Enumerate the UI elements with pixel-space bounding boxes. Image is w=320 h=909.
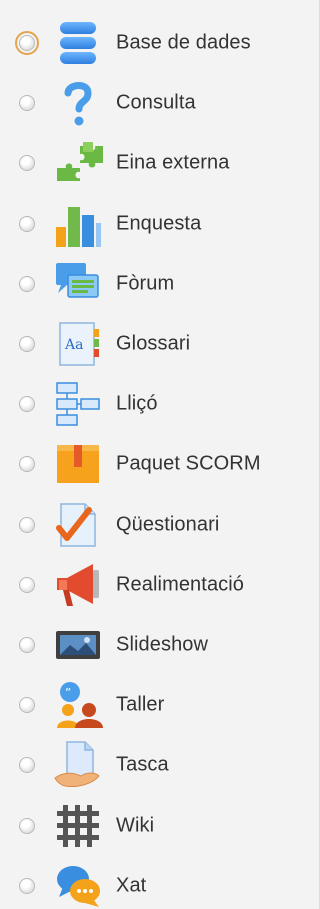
activity-row-base-de-dades[interactable]: Base de dades — [0, 13, 316, 73]
radio-button[interactable] — [19, 336, 35, 353]
package-icon — [53, 439, 103, 489]
forum-icon — [53, 259, 103, 309]
assignment-icon — [53, 740, 103, 790]
activity-label: Realimentació — [116, 573, 245, 596]
activity-label: Enquesta — [116, 212, 202, 235]
radio-button[interactable] — [19, 636, 35, 653]
bar-chart-icon — [53, 199, 103, 249]
activity-label: Tasca — [116, 753, 169, 776]
workshop-icon: ” — [53, 680, 103, 730]
radio-button[interactable] — [19, 576, 35, 593]
activity-label: Xat — [116, 874, 147, 897]
activity-row-wiki[interactable]: Wiki — [0, 795, 316, 855]
question-icon — [53, 78, 103, 128]
radio-button[interactable] — [19, 215, 35, 232]
activity-label: Wiki — [116, 814, 155, 837]
activity-row-llico[interactable]: Lliçó — [0, 374, 316, 434]
radio-button[interactable] — [19, 95, 35, 112]
megaphone-icon — [53, 560, 103, 610]
activity-row-taller[interactable]: ” Taller — [0, 675, 316, 735]
activity-label: Qüestionari — [116, 513, 220, 536]
chat-icon — [53, 861, 103, 909]
activity-row-forum[interactable]: Fòrum — [0, 254, 316, 314]
activity-row-consulta[interactable]: Consulta — [0, 73, 316, 133]
quiz-icon — [53, 500, 103, 550]
radio-button[interactable] — [19, 817, 35, 834]
lesson-icon — [53, 379, 103, 429]
activity-row-questionari[interactable]: Qüestionari — [0, 495, 316, 555]
radio-button[interactable] — [19, 757, 35, 774]
slideshow-icon — [53, 620, 103, 670]
activity-row-paquet-scorm[interactable]: Paquet SCORM — [0, 434, 316, 494]
radio-button[interactable] — [19, 516, 35, 533]
radio-button[interactable] — [19, 396, 35, 413]
database-icon — [53, 18, 103, 68]
activity-row-realimentacio[interactable]: Realimentació — [0, 555, 316, 615]
activity-chooser: Base de dades Consulta Eina externa Enqu… — [0, 0, 320, 909]
radio-button[interactable] — [19, 697, 35, 714]
activity-row-enquesta[interactable]: Enquesta — [0, 194, 316, 254]
activity-label: Base de dades — [116, 31, 251, 54]
activity-label: Consulta — [116, 91, 196, 114]
activity-label: Taller — [116, 693, 165, 716]
radio-button[interactable] — [19, 877, 35, 894]
activity-label: Eina externa — [116, 151, 230, 174]
glossary-icon: Aa — [53, 319, 103, 369]
svg-text:Aa: Aa — [64, 337, 83, 353]
activity-row-tasca[interactable]: Tasca — [0, 735, 316, 795]
activity-row-slideshow[interactable]: Slideshow — [0, 615, 316, 675]
radio-button[interactable] — [15, 31, 39, 56]
activity-label: Glossari — [116, 332, 191, 355]
activity-label: Slideshow — [116, 633, 209, 656]
activity-row-xat[interactable]: Xat — [0, 856, 316, 909]
activity-label: Fòrum — [116, 272, 175, 295]
activity-row-eina-externa[interactable]: Eina externa — [0, 133, 316, 193]
activity-label: Paquet SCORM — [116, 452, 261, 475]
puzzle-icon — [53, 138, 103, 188]
radio-button[interactable] — [19, 456, 35, 473]
wiki-icon — [53, 801, 103, 851]
radio-button[interactable] — [19, 155, 35, 172]
activity-label: Lliçó — [116, 392, 158, 415]
activity-row-glossari[interactable]: Aa Glossari — [0, 314, 316, 374]
svg-text:”: ” — [65, 686, 71, 700]
radio-button[interactable] — [19, 275, 35, 292]
activity-list: Base de dades Consulta Eina externa Enqu… — [0, 13, 316, 909]
